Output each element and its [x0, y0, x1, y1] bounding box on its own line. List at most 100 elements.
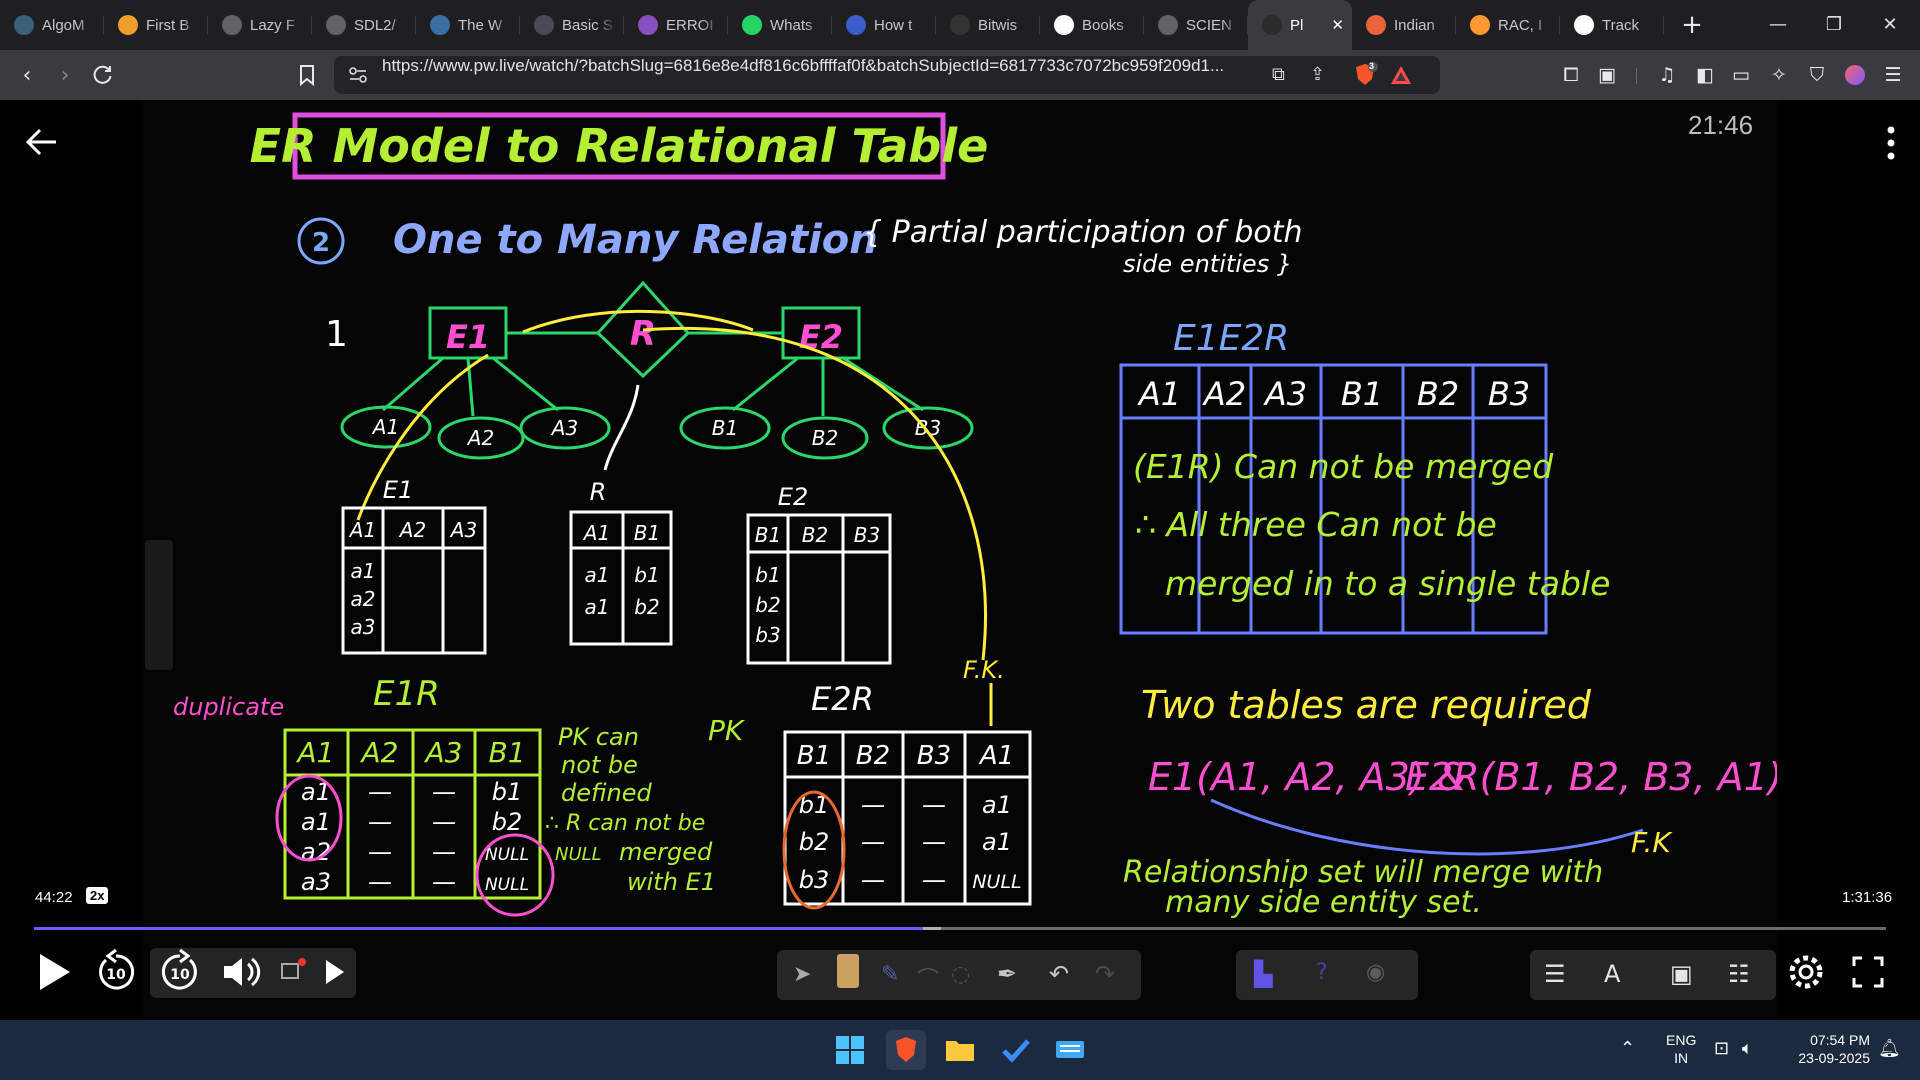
- minimize-button[interactable]: —: [1750, 0, 1806, 48]
- r-h2: B1: [634, 521, 660, 545]
- bookmark-button[interactable]: [290, 58, 324, 92]
- address-bar[interactable]: https://www.pw.live/watch/?batchSlug=681…: [334, 56, 1440, 94]
- marker-tool-icon[interactable]: ✒: [997, 960, 1017, 988]
- undo-icon[interactable]: ↶: [1049, 960, 1069, 988]
- forward-nav-button[interactable]: ›: [48, 58, 82, 92]
- e1r-note: PK can not be defined ∴ R can not be mer…: [545, 723, 716, 896]
- pip-icon[interactable]: ▣: [1670, 960, 1693, 988]
- volume-button[interactable]: [218, 948, 266, 996]
- browser-tab[interactable]: Lazy F: [208, 0, 312, 50]
- language-indicator[interactable]: ENG IN: [1666, 1031, 1696, 1067]
- reader-mode-icon[interactable]: ▣: [1590, 58, 1624, 92]
- restore-button[interactable]: ❐: [1806, 0, 1862, 48]
- tab-title: Pl: [1290, 16, 1304, 34]
- browser-menu-icon[interactable]: ☰: [1876, 58, 1910, 92]
- shape-tool-icon[interactable]: ⌒: [917, 962, 939, 994]
- browser-tab[interactable]: Pl ✕: [1248, 0, 1352, 50]
- close-window-button[interactable]: ✕: [1862, 0, 1918, 48]
- chart-icon[interactable]: ▙: [1254, 960, 1272, 988]
- browser-tab[interactable]: SCIEN: [1144, 0, 1248, 50]
- playback-speed-badge[interactable]: 2x: [86, 887, 109, 904]
- total-duration: 1:31:36: [1842, 889, 1893, 906]
- back-nav-button[interactable]: ‹: [10, 58, 44, 92]
- lasso-tool-icon[interactable]: ◌: [951, 962, 970, 987]
- e2-h2: B2: [802, 523, 828, 547]
- browser-tab[interactable]: Indian: [1352, 0, 1456, 50]
- e1r-r2c1: a1: [301, 808, 331, 836]
- brave-shields-icon[interactable]: 3: [1352, 61, 1378, 88]
- profile-icon[interactable]: [1838, 58, 1872, 92]
- browser-tab[interactable]: How t: [832, 0, 936, 50]
- taskbar-todo[interactable]: [996, 1030, 1036, 1070]
- site-settings-icon[interactable]: [348, 66, 368, 88]
- seek-bar[interactable]: [34, 927, 1886, 930]
- chat-icon[interactable]: ☰: [1544, 960, 1566, 988]
- new-tab-button[interactable]: +: [1672, 5, 1712, 45]
- start-button[interactable]: [830, 1030, 870, 1070]
- e2-h3: B3: [854, 523, 880, 547]
- browser-tab[interactable]: Basic S: [520, 0, 624, 50]
- system-clock[interactable]: 07:54 PM 23-09-2025: [1780, 1031, 1870, 1067]
- highlighter-tool-icon[interactable]: [837, 954, 859, 988]
- redo-icon[interactable]: ↷: [1095, 960, 1115, 988]
- share-icon[interactable]: ⇪: [1310, 64, 1325, 85]
- network-icon[interactable]: ⊡: [1714, 1038, 1729, 1059]
- forward-seconds: 10: [170, 967, 190, 983]
- e1-h1: A1: [348, 518, 376, 542]
- seek-buffered: [922, 927, 942, 930]
- browser-tab[interactable]: SDL2/: [312, 0, 416, 50]
- subtitle: One to Many Relation: [393, 217, 878, 263]
- help-icon[interactable]: ?: [1316, 960, 1328, 985]
- notes-icon[interactable]: ☷: [1728, 960, 1750, 988]
- browser-tab[interactable]: Whats: [728, 0, 832, 50]
- notification-bell-icon[interactable]: 🔔︎: [1878, 1038, 1901, 1059]
- browser-tab[interactable]: AlgoM: [0, 0, 104, 50]
- e1e2r-label: E1E2R: [1173, 318, 1289, 359]
- next-button[interactable]: [310, 948, 358, 996]
- browser-tab[interactable]: ERROI: [624, 0, 728, 50]
- settings-button[interactable]: [1782, 948, 1830, 996]
- lazy-icon: [222, 15, 242, 35]
- browser-tab[interactable]: Bitwis: [936, 0, 1040, 50]
- wallet-icon[interactable]: ▭: [1724, 58, 1758, 92]
- vpn-icon[interactable]: ⛉: [1800, 58, 1834, 92]
- browser-tab[interactable]: RAC, I: [1456, 0, 1560, 50]
- left-panel-handle: [145, 540, 173, 670]
- camera-icon[interactable]: ◉: [1366, 960, 1385, 985]
- leo-ai-icon[interactable]: ✧: [1762, 58, 1796, 92]
- sidebar-icon[interactable]: ◧: [1688, 58, 1722, 92]
- cast-icon[interactable]: ⧉: [1272, 64, 1285, 85]
- e1e2r-note-3: merged in to a single table: [1165, 564, 1610, 603]
- browser-tab[interactable]: First B: [104, 0, 208, 50]
- fullscreen-button[interactable]: [1844, 948, 1892, 996]
- reload-button[interactable]: [86, 58, 120, 92]
- extensions-icon[interactable]: ⧠: [1554, 58, 1588, 92]
- translate-icon[interactable]: A: [1604, 960, 1620, 988]
- lecture-drawing: .hw { font-family: "DejaVu Sans", sans-s…: [145, 112, 1777, 920]
- media-icon[interactable]: ♫: [1650, 58, 1684, 92]
- attr-a1: A1: [371, 415, 399, 439]
- tray-expand-icon[interactable]: ⌃: [1620, 1038, 1635, 1059]
- browser-tab[interactable]: The W: [416, 0, 520, 50]
- e1e2r-note-2: ∴ All three Can not be: [1135, 505, 1497, 544]
- attr-a3: A3: [550, 416, 578, 440]
- taskbar-brave[interactable]: [886, 1030, 926, 1070]
- seek-forward-button[interactable]: 10: [156, 948, 204, 996]
- browser-tab[interactable]: Books: [1040, 0, 1144, 50]
- play-button[interactable]: [30, 948, 78, 996]
- browser-tab[interactable]: Track: [1560, 0, 1664, 50]
- video-player[interactable]: .hw { font-family: "DejaVu Sans", sans-s…: [0, 100, 1920, 1020]
- speaker-icon[interactable]: 🔈︎: [1742, 1038, 1753, 1059]
- taskbar-keyboard[interactable]: [1050, 1030, 1090, 1070]
- taskbar-file-explorer[interactable]: [940, 1030, 980, 1070]
- pointer-tool-icon[interactable]: ➤: [793, 962, 811, 987]
- pen-tool-icon[interactable]: ✎: [881, 962, 899, 987]
- e2r-r2c1: b2: [799, 828, 830, 856]
- player-back-button[interactable]: [22, 122, 62, 162]
- e2-h1: B1: [755, 523, 781, 547]
- seek-back-button[interactable]: 10: [92, 948, 140, 996]
- brave-rewards-icon[interactable]: [1390, 64, 1412, 90]
- player-more-button[interactable]: [1876, 118, 1906, 168]
- tab-title: First B: [146, 16, 190, 34]
- close-tab-icon[interactable]: ✕: [1331, 16, 1344, 34]
